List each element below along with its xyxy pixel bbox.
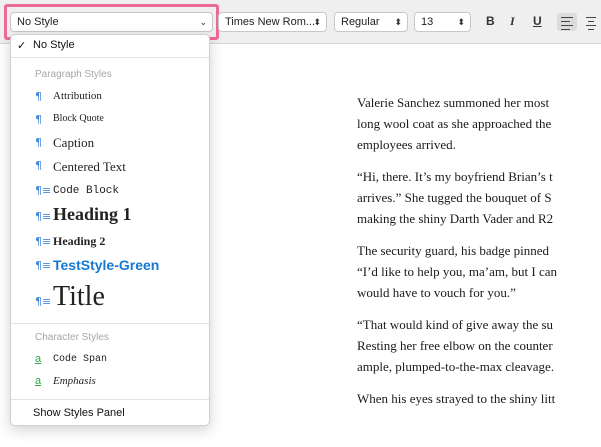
- menu-divider: [11, 399, 209, 400]
- document-body[interactable]: Valerie Sanchez summoned her most long w…: [357, 92, 601, 420]
- font-size-value: 13: [421, 16, 434, 28]
- pilcrow-icon: ¶≡: [35, 259, 52, 272]
- style-dropdown-menu: ✓ No Style Paragraph Styles ¶ Attributio…: [10, 34, 210, 426]
- paragraph: “That would kind of give away the su Res…: [357, 317, 555, 374]
- menu-item-caption[interactable]: ¶ Caption: [11, 135, 209, 153]
- italic-button[interactable]: I: [510, 14, 515, 29]
- paragraph: “Hi, there. It’s my boyfriend Brian’s t …: [357, 169, 554, 226]
- paragraph: When his eyes strayed to the shiny litt: [357, 391, 556, 406]
- menu-divider: [11, 57, 209, 58]
- font-select[interactable]: Times New Rom... ⬍: [218, 12, 327, 32]
- pilcrow-icon: ¶: [35, 90, 42, 103]
- pilcrow-icon: ¶: [35, 113, 42, 126]
- menu-item-centered-text[interactable]: ¶ Centered Text: [11, 159, 209, 177]
- menu-item-teststyle-green[interactable]: ¶≡ TestStyle-Green: [11, 257, 209, 277]
- pilcrow-icon: ¶≡: [35, 184, 52, 197]
- up-down-chevron-icon: ⬍: [313, 17, 321, 27]
- pilcrow-icon: ¶≡: [35, 210, 52, 223]
- paragraph: The security guard, his badge pinned “I’…: [357, 243, 557, 300]
- paragraph: Valerie Sanchez summoned her most long w…: [357, 95, 552, 152]
- menu-item-attribution[interactable]: ¶ Attribution: [11, 90, 209, 106]
- align-left-button[interactable]: [557, 13, 577, 31]
- pilcrow-icon: ¶≡: [35, 235, 52, 248]
- bold-button[interactable]: B: [486, 14, 495, 28]
- pilcrow-icon: ¶: [35, 159, 42, 172]
- weight-select[interactable]: Regular ⬍: [334, 12, 408, 32]
- menu-divider: [11, 323, 209, 324]
- menu-item-heading-2[interactable]: ¶≡ Heading 2: [11, 234, 209, 252]
- up-down-chevron-icon: ⬍: [394, 17, 402, 27]
- font-size-stepper[interactable]: 13 ⬍: [414, 12, 471, 32]
- weight-select-value: Regular: [341, 16, 380, 28]
- align-left-icon: [561, 17, 573, 18]
- menu-item-code-span[interactable]: a Code Span: [11, 353, 209, 369]
- underline-button[interactable]: U: [533, 14, 542, 28]
- show-styles-panel-item[interactable]: Show Styles Panel: [33, 407, 125, 419]
- align-center-icon: [586, 17, 596, 18]
- align-center-button[interactable]: [582, 13, 600, 31]
- character-styles-header: Character Styles: [35, 332, 109, 343]
- up-down-chevron-icon: ⬍: [457, 17, 465, 27]
- paragraph-styles-header: Paragraph Styles: [35, 69, 112, 80]
- menu-item-block-quote[interactable]: ¶ Block Quote: [11, 113, 209, 129]
- font-select-value: Times New Rom...: [225, 16, 316, 28]
- character-style-icon: a: [35, 375, 42, 387]
- menu-item-emphasis[interactable]: a Emphasis: [11, 375, 209, 391]
- menu-item-heading-1[interactable]: ¶≡ Heading 1: [11, 204, 209, 228]
- menu-item-code-block[interactable]: ¶≡ Code Block: [11, 184, 209, 202]
- pilcrow-icon: ¶: [35, 136, 42, 149]
- character-style-icon: a: [35, 353, 42, 365]
- menu-item-title[interactable]: ¶≡ Title: [11, 281, 209, 317]
- checkmark-icon: ✓: [17, 40, 27, 52]
- pilcrow-icon: ¶≡: [35, 295, 52, 308]
